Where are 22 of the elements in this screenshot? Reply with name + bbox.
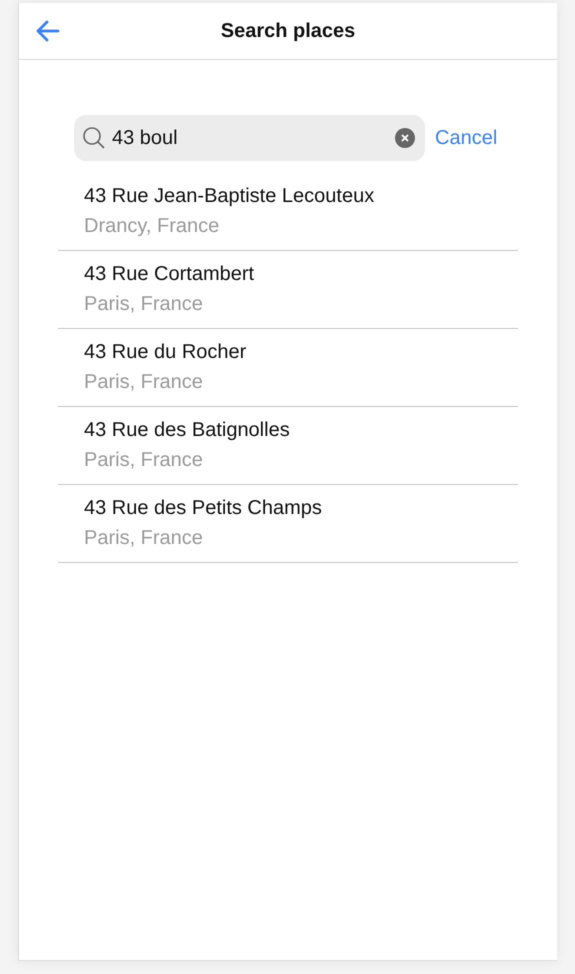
place-name: 43 Rue Cortambert	[84, 262, 256, 286]
cancel-button[interactable]: Cancel	[435, 126, 498, 150]
place-location: Paris, France	[84, 526, 204, 550]
result-item[interactable]: 43 Rue Jean-Baptiste Lecouteux Drancy, France	[58, 173, 518, 251]
result-item[interactable]: 43 Rue du Rocher Paris, France	[58, 329, 518, 407]
place-location: Drancy, France	[84, 214, 220, 238]
place-location: Paris, France	[84, 292, 204, 316]
place-name: 43 Rue Jean-Baptiste Lecouteux	[84, 184, 376, 208]
result-item[interactable]: 43 Rue Cortambert Paris, France	[58, 251, 518, 329]
back-arrow-icon	[35, 19, 61, 43]
search-icon	[82, 126, 106, 150]
place-name: 43 Rue des Petits Champs	[84, 496, 323, 520]
place-location: Paris, France	[84, 370, 204, 394]
place-location: Paris, France	[84, 448, 204, 472]
search-field[interactable]: 43 boul	[74, 115, 425, 161]
result-item[interactable]: 43 Rue des Petits Champs Paris, France	[58, 485, 518, 563]
result-item[interactable]: 43 Rue des Batignolles Paris, France	[58, 407, 518, 485]
place-name: 43 Rue des Batignolles	[84, 418, 291, 442]
back-button[interactable]	[35, 19, 61, 43]
place-name: 43 Rue du Rocher	[84, 340, 248, 364]
close-icon	[401, 134, 409, 142]
page-title: Search places	[220, 20, 356, 42]
